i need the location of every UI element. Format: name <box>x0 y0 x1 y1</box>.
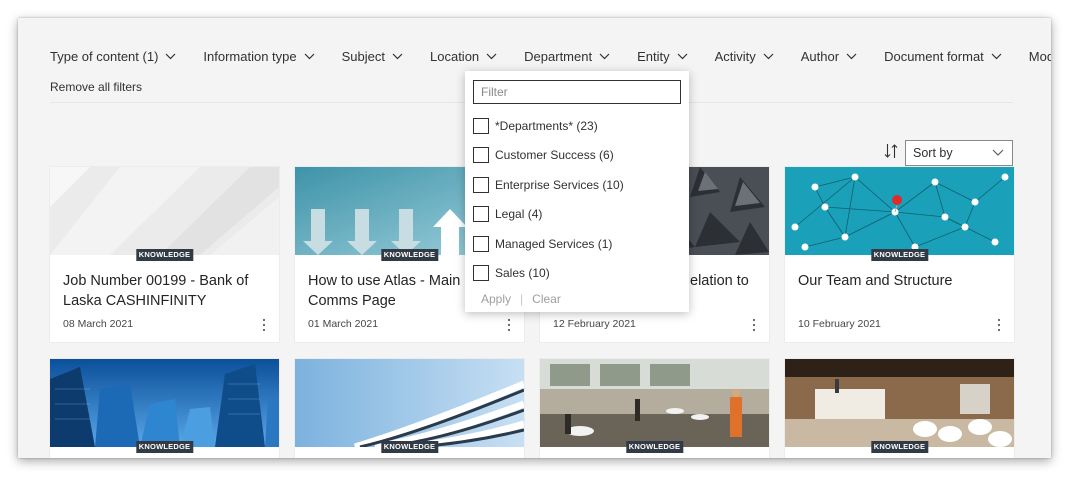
chevron-down-icon <box>763 53 774 59</box>
chevron-down-icon <box>991 53 1002 59</box>
checkbox[interactable] <box>473 236 489 252</box>
option-label: *Departments* (23) <box>495 119 598 133</box>
filter-modified[interactable]: Modified <box>1029 49 1051 64</box>
chevron-down-icon <box>165 53 176 59</box>
card-thumbnail <box>785 359 1014 447</box>
knowledge-badge: KNOWLEDGE <box>135 441 194 453</box>
department-option[interactable]: Sales (10) <box>473 264 550 282</box>
result-card[interactable]: KNOWLEDGE Job Number 00199 - Bank of Las… <box>50 167 279 342</box>
result-card[interactable]: KNOWLEDGE <box>50 359 279 458</box>
option-label: Sales (10) <box>495 266 550 280</box>
result-card[interactable]: KNOWLEDGE <box>785 359 1014 458</box>
card-thumbnail <box>50 359 279 447</box>
card-title[interactable]: Our Team and Structure <box>798 272 1003 292</box>
filter-label: Subject <box>341 48 385 64</box>
option-label: Customer Success (6) <box>495 148 614 162</box>
filter-label: Location <box>430 48 480 64</box>
filter-search-input[interactable] <box>473 80 681 104</box>
knowledge-badge: KNOWLEDGE <box>870 441 929 453</box>
filter-label: Modified <box>1028 48 1051 64</box>
filter-information-type[interactable]: Information type <box>203 48 315 64</box>
department-option[interactable]: Legal (4) <box>473 205 542 223</box>
department-filter-dropdown: *Departments* (23) Customer Success (6) … <box>465 71 689 312</box>
more-options-icon[interactable] <box>997 318 1001 332</box>
apply-button[interactable]: Apply <box>481 292 511 306</box>
card-date: 01 March 2021 <box>308 318 379 330</box>
action-separator: | <box>520 292 524 306</box>
filter-label: Entity <box>637 48 670 64</box>
department-option[interactable]: *Departments* (23) <box>473 117 598 135</box>
option-label: Legal (4) <box>495 207 543 221</box>
checkbox[interactable] <box>473 118 489 134</box>
filter-label: Information type <box>203 48 297 64</box>
department-option[interactable]: Enterprise Services (10) <box>473 176 624 194</box>
result-card[interactable]: KNOWLEDGE Our Team and Structure 10 Febr… <box>785 167 1014 342</box>
chevron-down-icon <box>846 53 857 59</box>
checkbox[interactable] <box>473 206 489 222</box>
chevron-down-icon <box>392 53 403 59</box>
department-option[interactable]: Managed Services (1) <box>473 235 612 253</box>
sort-order-icon[interactable] <box>884 143 898 159</box>
card-date: 12 February 2021 <box>553 318 636 330</box>
knowledge-badge: KNOWLEDGE <box>625 441 684 453</box>
chevron-down-icon <box>992 149 1004 156</box>
chevron-down-icon <box>304 53 315 59</box>
option-label: Enterprise Services (10) <box>495 178 624 192</box>
chevron-down-icon <box>486 53 497 59</box>
filter-document-format[interactable]: Document format <box>884 49 1002 64</box>
more-options-icon[interactable] <box>752 318 756 332</box>
card-thumbnail <box>50 167 279 255</box>
option-label: Managed Services (1) <box>495 237 613 251</box>
filter-subject[interactable]: Subject <box>342 49 403 64</box>
filter-entity[interactable]: Entity <box>637 49 688 64</box>
sort-by-label: Sort by <box>913 146 953 160</box>
card-thumbnail <box>785 167 1014 255</box>
more-options-icon[interactable] <box>507 318 511 332</box>
filter-label: Type of content (1) <box>50 48 159 64</box>
card-title[interactable]: Job Number 00199 - Bank of Laska CASHINF… <box>63 272 268 311</box>
filter-label: Document format <box>884 48 984 64</box>
chevron-down-icon <box>677 53 688 59</box>
knowledge-badge: KNOWLEDGE <box>870 249 929 261</box>
dropdown-actions: Apply | Clear <box>481 292 561 306</box>
search-results-window: Type of content (1) Information type Sub… <box>18 18 1051 458</box>
checkbox[interactable] <box>473 177 489 193</box>
filter-bar: Type of content (1) Information type Sub… <box>50 44 1051 68</box>
sort-by-dropdown[interactable]: Sort by <box>905 140 1013 166</box>
filter-label: Author <box>800 48 840 64</box>
knowledge-badge: KNOWLEDGE <box>380 249 439 261</box>
filter-location[interactable]: Location <box>430 49 497 64</box>
filter-activity[interactable]: Activity <box>715 49 774 64</box>
clear-button[interactable]: Clear <box>532 292 561 306</box>
filter-label: Department <box>524 48 593 64</box>
filter-type-of-content[interactable]: Type of content (1) <box>50 49 176 64</box>
card-title[interactable]: elation to <box>690 272 769 292</box>
card-thumbnail <box>295 359 524 447</box>
card-date: 10 February 2021 <box>798 318 881 330</box>
remove-all-filters-link[interactable]: Remove all filters <box>50 80 142 94</box>
result-card[interactable]: KNOWLEDGE <box>540 359 769 458</box>
knowledge-badge: KNOWLEDGE <box>380 441 439 453</box>
filter-label: Activity <box>714 48 756 64</box>
knowledge-badge: KNOWLEDGE <box>135 249 194 261</box>
checkbox[interactable] <box>473 147 489 163</box>
department-option[interactable]: Customer Success (6) <box>473 146 614 164</box>
chevron-down-icon <box>599 53 610 59</box>
card-thumbnail <box>540 359 769 447</box>
more-options-icon[interactable] <box>262 318 266 332</box>
result-card[interactable]: KNOWLEDGE <box>295 359 524 458</box>
filter-author[interactable]: Author <box>801 49 857 64</box>
checkbox[interactable] <box>473 265 489 281</box>
card-date: 08 March 2021 <box>63 318 134 330</box>
filter-department[interactable]: Department <box>524 49 610 64</box>
